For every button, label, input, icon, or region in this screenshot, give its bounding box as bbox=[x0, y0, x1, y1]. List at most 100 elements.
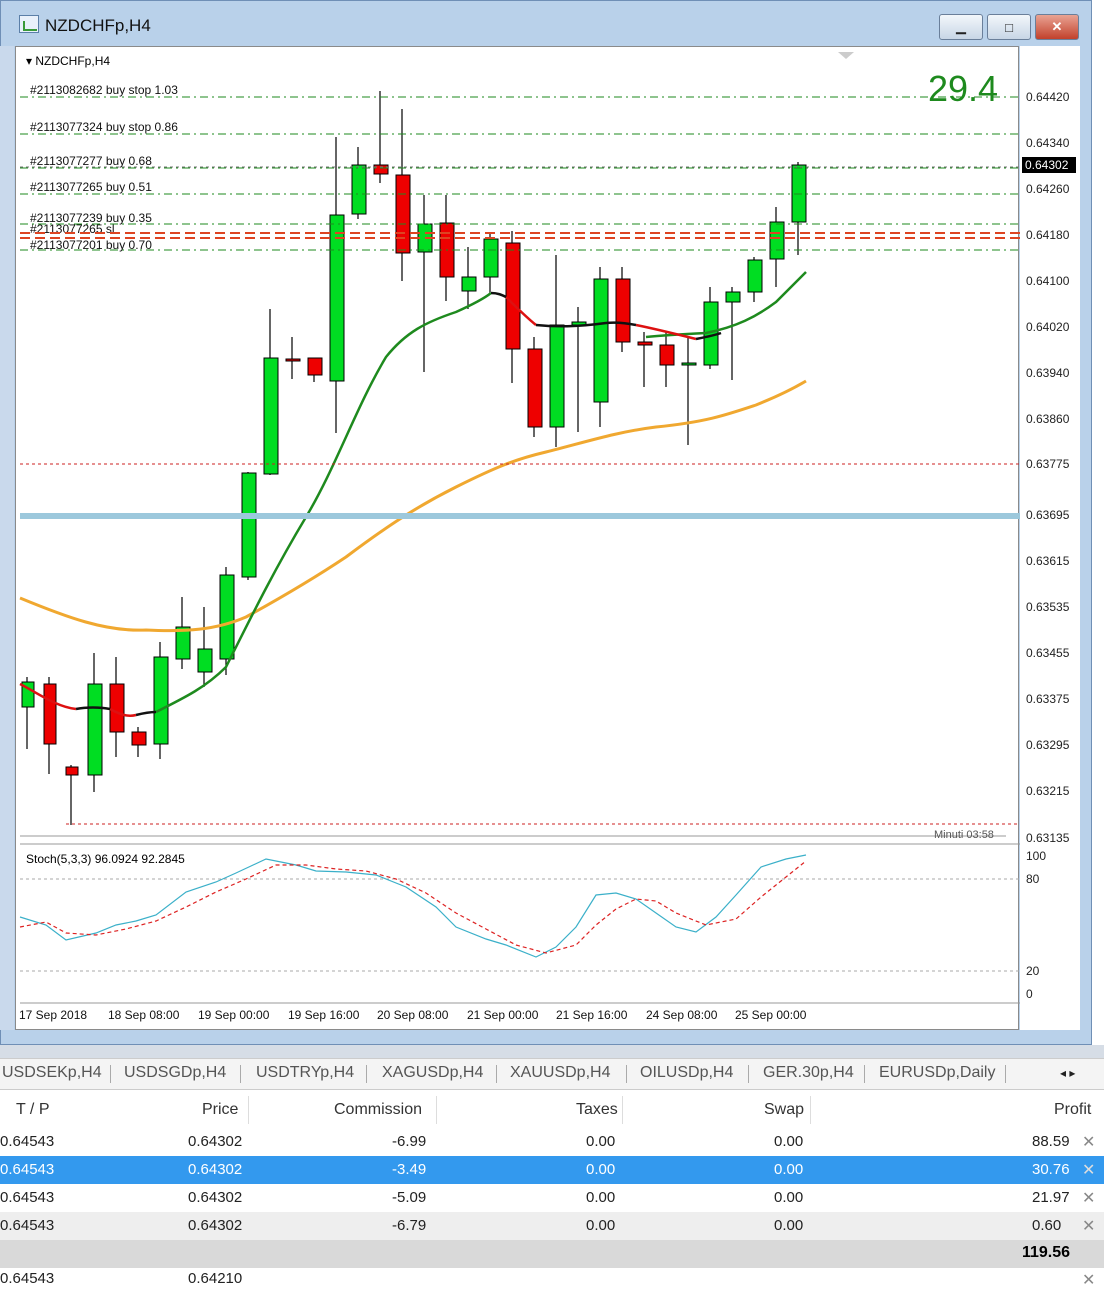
bearish-candle bbox=[307, 357, 323, 376]
tab-oilusd[interactable]: OILUSDp,H4 bbox=[640, 1064, 733, 1082]
tab-xauusd[interactable]: XAUUSDp,H4 bbox=[510, 1064, 610, 1082]
chart-tabs-bar: USDSEKp,H4 USDSGDp,H4 USDTRYp,H4 XAGUSDp… bbox=[0, 1058, 1104, 1090]
bearish-candle bbox=[43, 683, 57, 745]
bullish-candle bbox=[747, 259, 763, 293]
tab-scroll-arrows[interactable]: ◂ ▸ bbox=[1060, 1066, 1075, 1080]
tab-usdsek[interactable]: USDSEKp,H4 bbox=[2, 1064, 102, 1082]
tab-ger30[interactable]: GER.30p,H4 bbox=[763, 1064, 854, 1082]
cell-tp: 0.64543 bbox=[0, 1161, 55, 1178]
close-order-icon[interactable]: ✕ bbox=[1082, 1216, 1095, 1236]
total-profit: 119.56 bbox=[1021, 1244, 1070, 1261]
maximize-icon: □ bbox=[1005, 19, 1013, 35]
time-axis-label: 20 Sep 08:00 bbox=[377, 1008, 449, 1022]
bullish-candle bbox=[153, 656, 169, 745]
maximize-button[interactable]: □ bbox=[987, 14, 1031, 40]
header-commission[interactable]: Commission bbox=[334, 1101, 422, 1119]
table-header: T / P Price Commission Taxes Swap Profit bbox=[0, 1092, 1104, 1128]
chart-area[interactable]: #2113082682 buy stop 1.03 #2113077324 buy… bbox=[15, 46, 1020, 1030]
close-order-icon[interactable]: ✕ bbox=[1082, 1188, 1095, 1208]
close-order-icon[interactable]: ✕ bbox=[1082, 1270, 1095, 1290]
cell-profit: 30.76 bbox=[1032, 1161, 1070, 1178]
cell-swap: 0.00 bbox=[774, 1133, 804, 1150]
bearish-candle bbox=[615, 278, 631, 343]
order-label[interactable]: #2113077324 buy stop 0.86 bbox=[30, 120, 178, 134]
close-order-icon[interactable]: ✕ bbox=[1082, 1132, 1095, 1152]
time-axis-label: 25 Sep 00:00 bbox=[735, 1008, 807, 1022]
cell-swap: 0.00 bbox=[774, 1161, 804, 1178]
bullish-candle bbox=[197, 648, 213, 673]
close-window-button[interactable]: ✕ bbox=[1035, 14, 1079, 40]
bearish-candle bbox=[505, 242, 521, 350]
price-level-label: 0.63135 bbox=[1026, 831, 1070, 845]
minimize-button[interactable]: ▁ bbox=[939, 14, 983, 40]
bullish-candle bbox=[219, 574, 235, 660]
cell-commission: -3.49 bbox=[392, 1161, 427, 1178]
price-chart: #2113082682 buy stop 1.03 #2113077324 buy… bbox=[19, 52, 1020, 1004]
table-row[interactable]: 0.64543 0.64302 -6.99 0.00 0.00 88.59 ✕ bbox=[0, 1128, 1104, 1156]
bearish-candle bbox=[373, 164, 389, 175]
time-axis-label: 19 Sep 16:00 bbox=[288, 1008, 360, 1022]
tab-usdsgd[interactable]: USDSGDp,H4 bbox=[124, 1064, 226, 1082]
bearish-candle bbox=[395, 174, 411, 254]
bullish-candle bbox=[241, 472, 257, 578]
price-level-label: 0.64420 bbox=[1026, 90, 1070, 104]
tab-separator bbox=[366, 1065, 367, 1083]
header-tp[interactable]: T / P bbox=[16, 1101, 50, 1119]
fast-ma-flat-segment bbox=[75, 291, 722, 717]
bullish-candle bbox=[681, 362, 697, 366]
table-row[interactable]: 0.64543 0.64302 -3.49 0.00 0.00 30.76 ✕ bbox=[0, 1156, 1104, 1184]
stochastic-signal-line bbox=[19, 860, 807, 954]
price-level-label: 0.64340 bbox=[1026, 136, 1070, 150]
header-swap[interactable]: Swap bbox=[764, 1101, 804, 1119]
price-level-label: 0.63615 bbox=[1026, 554, 1070, 568]
bearish-candle bbox=[109, 683, 125, 733]
close-order-icon[interactable]: ✕ bbox=[1082, 1160, 1095, 1180]
price-level-label: 0.63295 bbox=[1026, 738, 1070, 752]
cell-commission: -6.79 bbox=[392, 1217, 427, 1234]
table-row-partial[interactable]: 0.64543 0.64210 ✕ bbox=[0, 1268, 1104, 1296]
cell-tp: 0.64543 bbox=[0, 1189, 55, 1206]
cell-taxes: 0.00 bbox=[586, 1217, 616, 1234]
stoch-level-0: 0 bbox=[1026, 987, 1033, 1001]
cell-commission: -6.99 bbox=[392, 1133, 427, 1150]
cell-price: 0.64302 bbox=[188, 1161, 243, 1178]
chart-shift-marker bbox=[838, 52, 854, 59]
bullish-candle bbox=[725, 291, 741, 303]
bullish-candle bbox=[87, 683, 103, 776]
tab-separator bbox=[748, 1065, 749, 1083]
order-label[interactable]: #2113077265 buy 0.51 bbox=[30, 180, 152, 194]
bullish-candle bbox=[769, 221, 785, 260]
price-level-label: 0.63535 bbox=[1026, 600, 1070, 614]
stochastic-main-line bbox=[19, 854, 807, 958]
cell-tp: 0.64543 bbox=[0, 1217, 55, 1234]
bullish-candle bbox=[549, 324, 565, 428]
time-axis-label: 21 Sep 16:00 bbox=[556, 1008, 628, 1022]
table-row[interactable]: 0.64543 0.64302 -6.79 0.00 0.00 0.60 ✕ bbox=[0, 1212, 1104, 1240]
cell-tp: 0.64543 bbox=[0, 1270, 55, 1287]
price-level-label: 0.63695 bbox=[1026, 508, 1070, 522]
bearish-candle bbox=[65, 766, 79, 776]
tab-eurusd[interactable]: EURUSDp,Daily bbox=[879, 1064, 995, 1082]
stoch-level-100: 100 bbox=[1026, 849, 1047, 863]
bearish-candle bbox=[131, 731, 147, 746]
column-divider bbox=[810, 1096, 811, 1124]
time-axis-label: 21 Sep 00:00 bbox=[467, 1008, 539, 1022]
order-label[interactable]: #2113082682 buy stop 1.03 bbox=[30, 83, 178, 97]
bearish-candle bbox=[285, 358, 301, 362]
order-label[interactable]: #2113077201 buy 0.70 bbox=[30, 238, 152, 252]
order-label[interactable]: #2113077277 buy 0.68 bbox=[30, 154, 152, 168]
header-profit[interactable]: Profit bbox=[1054, 1101, 1091, 1119]
tab-separator bbox=[496, 1065, 497, 1083]
header-taxes[interactable]: Taxes bbox=[576, 1101, 618, 1119]
table-row[interactable]: 0.64543 0.64302 -5.09 0.00 0.00 21.97 ✕ bbox=[0, 1184, 1104, 1212]
tab-xagusd[interactable]: XAGUSDp,H4 bbox=[382, 1064, 483, 1082]
tab-usdtry[interactable]: USDTRYp,H4 bbox=[256, 1064, 354, 1082]
price-level-label: 0.64020 bbox=[1026, 320, 1070, 334]
close-icon: ✕ bbox=[1051, 19, 1063, 34]
tab-separator bbox=[864, 1065, 865, 1083]
window-title: NZDCHFp,H4 bbox=[45, 16, 151, 35]
title-bar[interactable]: NZDCHFp,H4 ▁ □ ✕ bbox=[1, 1, 1091, 40]
time-axis-label: 18 Sep 08:00 bbox=[108, 1008, 180, 1022]
header-price[interactable]: Price bbox=[202, 1101, 238, 1119]
symbol-label: ▾ NZDCHFp,H4 bbox=[26, 54, 110, 68]
